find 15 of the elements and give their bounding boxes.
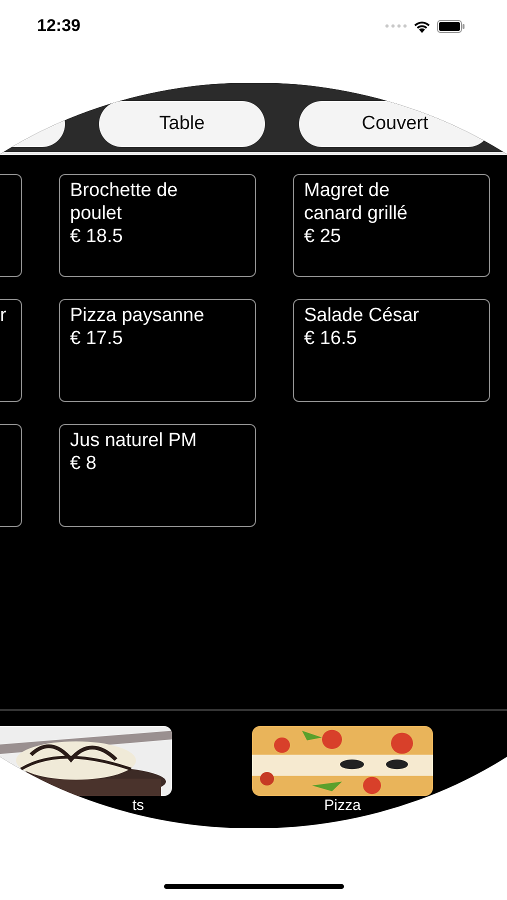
menu-item-card[interactable]: Pizza paysanne € 17.5 [59, 299, 256, 402]
category-label[interactable]: Pizza [324, 798, 361, 814]
clock-time: 12:39 [37, 16, 80, 36]
wifi-icon [413, 20, 431, 32]
menu-item-card[interactable] [0, 174, 22, 277]
tab-button[interactable]: Table [99, 101, 265, 147]
menu-item-card[interactable]: Magret de canard grillé € 25 [293, 174, 490, 277]
menu-item-card[interactable]: r [0, 299, 22, 402]
battery-icon [437, 20, 465, 32]
menu-item-card[interactable]: Salade César € 16.5 [293, 299, 490, 402]
menu-item-card[interactable] [0, 424, 22, 527]
category-label[interactable]: ts [132, 798, 144, 814]
signal-icon [385, 24, 407, 28]
menu-item-card[interactable]: Brochette de poulet € 18.5 [59, 174, 256, 277]
menu-item-card[interactable]: Jus naturel PM € 8 [59, 424, 256, 527]
